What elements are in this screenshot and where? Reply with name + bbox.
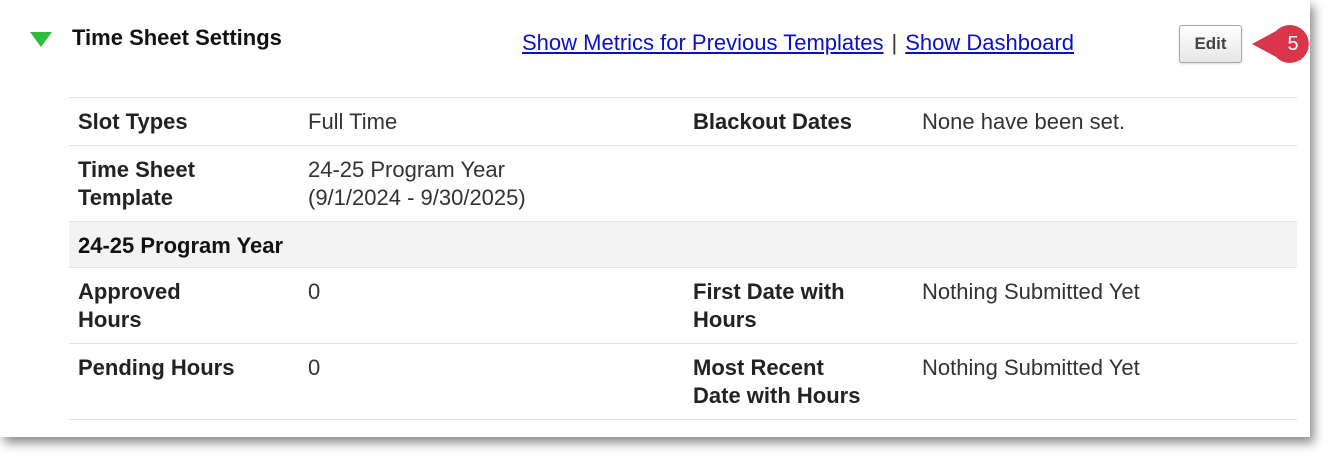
section-title: Time Sheet Settings xyxy=(72,25,282,50)
program-year-heading-row: 24-25 Program Year xyxy=(69,221,1297,267)
approved-hours-label-line: Hours xyxy=(78,307,142,332)
template-label-line: Template xyxy=(78,185,173,210)
show-dashboard-link[interactable]: Show Dashboard xyxy=(905,30,1074,55)
pending-hours-label: Pending Hours xyxy=(78,355,235,380)
metrics-row: Pending Hours 0 Most Recent Date with Ho… xyxy=(69,343,1297,420)
callout-number: 5 xyxy=(1287,32,1299,55)
template-value-line: 24-25 Program Year xyxy=(308,157,505,182)
slot-types-value: Full Time xyxy=(308,109,398,134)
program-year-heading: 24-25 Program Year xyxy=(78,233,284,258)
approved-hours-label-line: Approved xyxy=(78,279,181,304)
approved-hours-label: Approved Hours xyxy=(78,278,288,334)
blackout-dates-label: Blackout Dates xyxy=(693,109,852,134)
settings-row: Time Sheet Template 24-25 Program Year (… xyxy=(69,145,1297,221)
metrics-row: Approved Hours 0 First Date with Hours N… xyxy=(69,267,1297,343)
first-date-label-line: First Date with xyxy=(693,279,845,304)
template-value: 24-25 Program Year (9/1/2024 - 9/30/2025… xyxy=(308,156,678,212)
approved-hours-value: 0 xyxy=(308,279,321,304)
blackout-dates-value: None have been set. xyxy=(922,109,1126,134)
header-links: Show Metrics for Previous Templates | Show… xyxy=(522,30,1074,56)
collapse-triangle-icon[interactable] xyxy=(30,32,52,47)
recent-date-label: Most Recent Date with Hours xyxy=(693,354,913,410)
link-separator: | xyxy=(891,30,898,55)
pending-hours-value: 0 xyxy=(308,355,321,380)
template-label-line: Time Sheet xyxy=(78,157,195,182)
show-metrics-link[interactable]: Show Metrics for Previous Templates xyxy=(522,30,884,55)
recent-date-value: Nothing Submitted Yet xyxy=(922,355,1140,380)
settings-row: Slot Types Full Time Blackout Dates None… xyxy=(69,97,1297,145)
first-date-label-line: Hours xyxy=(693,307,757,332)
recent-date-label-line: Most Recent xyxy=(693,355,824,380)
template-label: Time Sheet Template xyxy=(78,156,288,212)
first-date-value: Nothing Submitted Yet xyxy=(922,279,1140,304)
edit-button[interactable]: Edit xyxy=(1179,25,1242,63)
slot-types-label: Slot Types xyxy=(78,109,188,134)
settings-grid: Slot Types Full Time Blackout Dates None… xyxy=(69,97,1297,420)
step-callout: 5 xyxy=(1252,23,1310,65)
first-date-label: First Date with Hours xyxy=(693,278,913,334)
time-sheet-settings-panel: Time Sheet Settings Show Metrics for Pre… xyxy=(0,0,1310,437)
template-value-line: (9/1/2024 - 9/30/2025) xyxy=(308,185,526,210)
recent-date-label-line: Date with Hours xyxy=(693,383,861,408)
